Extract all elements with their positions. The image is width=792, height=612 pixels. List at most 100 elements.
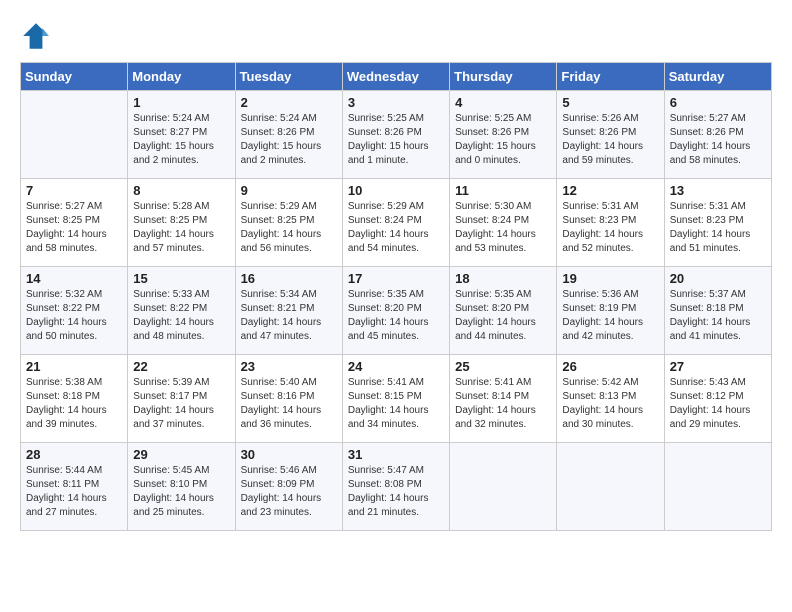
page-header xyxy=(20,20,772,52)
day-number: 7 xyxy=(26,183,122,198)
calendar-cell: 21Sunrise: 5:38 AM Sunset: 8:18 PM Dayli… xyxy=(21,355,128,443)
day-number: 24 xyxy=(348,359,444,374)
day-number: 4 xyxy=(455,95,551,110)
cell-info: Sunrise: 5:27 AM Sunset: 8:26 PM Dayligh… xyxy=(670,112,766,168)
calendar-cell xyxy=(557,443,664,531)
cell-info: Sunrise: 5:42 AM Sunset: 8:13 PM Dayligh… xyxy=(562,376,658,432)
cell-info: Sunrise: 5:35 AM Sunset: 8:20 PM Dayligh… xyxy=(455,288,551,344)
calendar-week-5: 28Sunrise: 5:44 AM Sunset: 8:11 PM Dayli… xyxy=(21,443,772,531)
cell-info: Sunrise: 5:36 AM Sunset: 8:19 PM Dayligh… xyxy=(562,288,658,344)
calendar-cell: 13Sunrise: 5:31 AM Sunset: 8:23 PM Dayli… xyxy=(664,179,771,267)
day-number: 17 xyxy=(348,271,444,286)
cell-info: Sunrise: 5:27 AM Sunset: 8:25 PM Dayligh… xyxy=(26,200,122,256)
day-number: 1 xyxy=(133,95,229,110)
calendar-cell: 14 Sunrise: 5:32 AM Sunset: 8:22 PM Dayli… xyxy=(21,267,128,355)
day-number: 13 xyxy=(670,183,766,198)
cell-info: Sunrise: 5:29 AM Sunset: 8:25 PM Dayligh… xyxy=(241,200,337,256)
calendar-cell: 4 Sunrise: 5:25 AM Sunset: 8:26 PM Daylig… xyxy=(450,91,557,179)
day-number: 5 xyxy=(562,95,658,110)
calendar-cell: 31 Sunrise: 5:47 AM Sunset: 8:08 PM Dayli… xyxy=(342,443,449,531)
calendar-cell: 8Sunrise: 5:28 AM Sunset: 8:25 PM Daylig… xyxy=(128,179,235,267)
calendar-cell: 15 Sunrise: 5:33 AM Sunset: 8:22 PM Dayli… xyxy=(128,267,235,355)
cell-info: Sunrise: 5:35 AM Sunset: 8:20 PM Dayligh… xyxy=(348,288,444,344)
day-number: 12 xyxy=(562,183,658,198)
day-number: 15 xyxy=(133,271,229,286)
calendar-cell: 12 Sunrise: 5:31 AM Sunset: 8:23 PM Dayli… xyxy=(557,179,664,267)
calendar-cell xyxy=(664,443,771,531)
day-number: 14 xyxy=(26,271,122,286)
calendar-cell: 22 Sunrise: 5:39 AM Sunset: 8:17 PM Dayli… xyxy=(128,355,235,443)
calendar-week-4: 21Sunrise: 5:38 AM Sunset: 8:18 PM Dayli… xyxy=(21,355,772,443)
cell-info: Sunrise: 5:44 AM Sunset: 8:11 PM Dayligh… xyxy=(26,464,122,520)
cell-info: Sunrise: 5:24 AM Sunset: 8:26 PM Dayligh… xyxy=(241,112,337,168)
cell-info: Sunrise: 5:31 AM Sunset: 8:23 PM Dayligh… xyxy=(562,200,658,256)
cell-info: Sunrise: 5:29 AM Sunset: 8:24 PM Dayligh… xyxy=(348,200,444,256)
cell-info: Sunrise: 5:32 AM Sunset: 8:22 PM Dayligh… xyxy=(26,288,122,344)
day-number: 11 xyxy=(455,183,551,198)
day-number: 10 xyxy=(348,183,444,198)
calendar-cell: 5 Sunrise: 5:26 AM Sunset: 8:26 PM Daylig… xyxy=(557,91,664,179)
cell-info: Sunrise: 5:25 AM Sunset: 8:26 PM Dayligh… xyxy=(455,112,551,168)
day-number: 9 xyxy=(241,183,337,198)
cell-info: Sunrise: 5:33 AM Sunset: 8:22 PM Dayligh… xyxy=(133,288,229,344)
day-number: 30 xyxy=(241,447,337,462)
day-header-sunday: Sunday xyxy=(21,63,128,91)
calendar-cell: 20Sunrise: 5:37 AM Sunset: 8:18 PM Dayli… xyxy=(664,267,771,355)
cell-info: Sunrise: 5:39 AM Sunset: 8:17 PM Dayligh… xyxy=(133,376,229,432)
day-number: 3 xyxy=(348,95,444,110)
day-number: 31 xyxy=(348,447,444,462)
day-header-saturday: Saturday xyxy=(664,63,771,91)
day-number: 19 xyxy=(562,271,658,286)
cell-info: Sunrise: 5:26 AM Sunset: 8:26 PM Dayligh… xyxy=(562,112,658,168)
calendar-cell: 29Sunrise: 5:45 AM Sunset: 8:10 PM Dayli… xyxy=(128,443,235,531)
calendar-cell: 7 Sunrise: 5:27 AM Sunset: 8:25 PM Daylig… xyxy=(21,179,128,267)
day-number: 8 xyxy=(133,183,229,198)
logo-icon xyxy=(20,20,52,52)
calendar-cell: 26 Sunrise: 5:42 AM Sunset: 8:13 PM Dayli… xyxy=(557,355,664,443)
cell-info: Sunrise: 5:37 AM Sunset: 8:18 PM Dayligh… xyxy=(670,288,766,344)
calendar-cell: 3 Sunrise: 5:25 AM Sunset: 8:26 PM Daylig… xyxy=(342,91,449,179)
day-number: 18 xyxy=(455,271,551,286)
calendar-cell: 2Sunrise: 5:24 AM Sunset: 8:26 PM Daylig… xyxy=(235,91,342,179)
day-number: 25 xyxy=(455,359,551,374)
calendar-cell: 30Sunrise: 5:46 AM Sunset: 8:09 PM Dayli… xyxy=(235,443,342,531)
calendar-cell: 6 Sunrise: 5:27 AM Sunset: 8:26 PM Daylig… xyxy=(664,91,771,179)
calendar-cell: 23 Sunrise: 5:40 AM Sunset: 8:16 PM Dayli… xyxy=(235,355,342,443)
calendar-cell: 28Sunrise: 5:44 AM Sunset: 8:11 PM Dayli… xyxy=(21,443,128,531)
cell-info: Sunrise: 5:41 AM Sunset: 8:14 PM Dayligh… xyxy=(455,376,551,432)
calendar-week-3: 14 Sunrise: 5:32 AM Sunset: 8:22 PM Dayli… xyxy=(21,267,772,355)
calendar-cell: 17 Sunrise: 5:35 AM Sunset: 8:20 PM Dayli… xyxy=(342,267,449,355)
day-number: 27 xyxy=(670,359,766,374)
calendar-cell: 1 Sunrise: 5:24 AM Sunset: 8:27 PM Daylig… xyxy=(128,91,235,179)
calendar-week-1: 1 Sunrise: 5:24 AM Sunset: 8:27 PM Daylig… xyxy=(21,91,772,179)
calendar-cell xyxy=(21,91,128,179)
cell-info: Sunrise: 5:40 AM Sunset: 8:16 PM Dayligh… xyxy=(241,376,337,432)
day-header-wednesday: Wednesday xyxy=(342,63,449,91)
day-number: 21 xyxy=(26,359,122,374)
cell-info: Sunrise: 5:43 AM Sunset: 8:12 PM Dayligh… xyxy=(670,376,766,432)
calendar-cell: 25 Sunrise: 5:41 AM Sunset: 8:14 PM Dayli… xyxy=(450,355,557,443)
day-number: 26 xyxy=(562,359,658,374)
day-header-friday: Friday xyxy=(557,63,664,91)
day-header-monday: Monday xyxy=(128,63,235,91)
calendar-week-2: 7 Sunrise: 5:27 AM Sunset: 8:25 PM Daylig… xyxy=(21,179,772,267)
calendar-cell: 24Sunrise: 5:41 AM Sunset: 8:15 PM Dayli… xyxy=(342,355,449,443)
logo xyxy=(20,20,56,52)
calendar-header-row: SundayMondayTuesdayWednesdayThursdayFrid… xyxy=(21,63,772,91)
cell-info: Sunrise: 5:30 AM Sunset: 8:24 PM Dayligh… xyxy=(455,200,551,256)
cell-info: Sunrise: 5:47 AM Sunset: 8:08 PM Dayligh… xyxy=(348,464,444,520)
day-number: 6 xyxy=(670,95,766,110)
cell-info: Sunrise: 5:25 AM Sunset: 8:26 PM Dayligh… xyxy=(348,112,444,168)
calendar-cell: 10 Sunrise: 5:29 AM Sunset: 8:24 PM Dayli… xyxy=(342,179,449,267)
day-number: 22 xyxy=(133,359,229,374)
day-number: 29 xyxy=(133,447,229,462)
day-number: 16 xyxy=(241,271,337,286)
cell-info: Sunrise: 5:34 AM Sunset: 8:21 PM Dayligh… xyxy=(241,288,337,344)
calendar-cell xyxy=(450,443,557,531)
cell-info: Sunrise: 5:24 AM Sunset: 8:27 PM Dayligh… xyxy=(133,112,229,168)
calendar-cell: 19 Sunrise: 5:36 AM Sunset: 8:19 PM Dayli… xyxy=(557,267,664,355)
calendar-cell: 18 Sunrise: 5:35 AM Sunset: 8:20 PM Dayli… xyxy=(450,267,557,355)
day-header-thursday: Thursday xyxy=(450,63,557,91)
calendar-cell: 27 Sunrise: 5:43 AM Sunset: 8:12 PM Dayli… xyxy=(664,355,771,443)
day-number: 23 xyxy=(241,359,337,374)
